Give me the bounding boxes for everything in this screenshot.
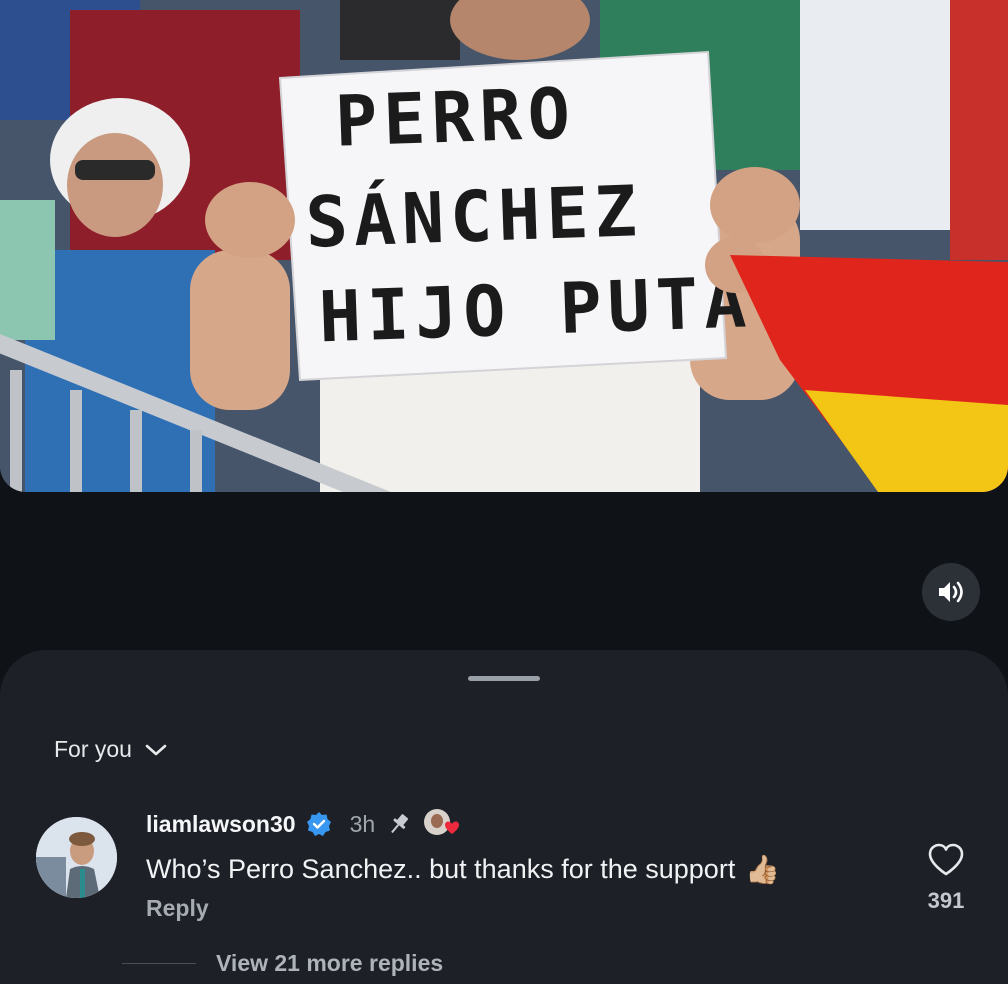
sign-line-3: HIJO PUTA bbox=[318, 261, 754, 358]
verified-badge-icon bbox=[306, 812, 331, 836]
comment-header: liamlawson30 3h bbox=[146, 808, 463, 840]
video-player[interactable]: PERRO SÁNCHEZ HIJO PUTA bbox=[0, 0, 1008, 492]
comments-sheet: For you liamlawson30 3h Who’s Perro Sanc… bbox=[0, 650, 1008, 984]
comment-filter-dropdown[interactable]: For you bbox=[54, 736, 168, 763]
thumbs-up-emoji: 👍🏼 bbox=[745, 854, 781, 885]
video-frame: PERRO SÁNCHEZ HIJO PUTA bbox=[0, 0, 1008, 492]
view-more-replies[interactable]: View 21 more replies bbox=[122, 950, 443, 977]
comment-text: Who’s Perro Sanchez.. but thanks for the… bbox=[146, 854, 736, 884]
comment-timestamp: 3h bbox=[349, 810, 376, 837]
reply-button[interactable]: Reply bbox=[146, 895, 209, 922]
chevron-down-icon bbox=[145, 744, 167, 755]
view-more-replies-label: View 21 more replies bbox=[216, 950, 444, 976]
avatar-photo bbox=[36, 817, 117, 898]
sign-line-1: PERRO bbox=[334, 72, 577, 162]
mute-button[interactable] bbox=[922, 563, 980, 621]
sign-line-2: SÁNCHEZ bbox=[304, 170, 644, 264]
comment-username[interactable]: liamlawson30 bbox=[146, 811, 296, 838]
sheet-drag-handle[interactable] bbox=[468, 676, 540, 681]
comment-body: Who’s Perro Sanchez.. but thanks for the… bbox=[146, 853, 780, 886]
like-count: 391 bbox=[927, 888, 965, 913]
pin-icon bbox=[391, 814, 409, 834]
heart-outline-icon bbox=[928, 843, 964, 876]
creator-heart-icon bbox=[424, 809, 460, 835]
filter-label: For you bbox=[54, 736, 132, 762]
reply-thread-line bbox=[122, 963, 196, 964]
avatar[interactable] bbox=[36, 817, 117, 898]
speaker-volume-icon bbox=[939, 581, 963, 603]
like-button[interactable]: 391 bbox=[920, 843, 972, 914]
